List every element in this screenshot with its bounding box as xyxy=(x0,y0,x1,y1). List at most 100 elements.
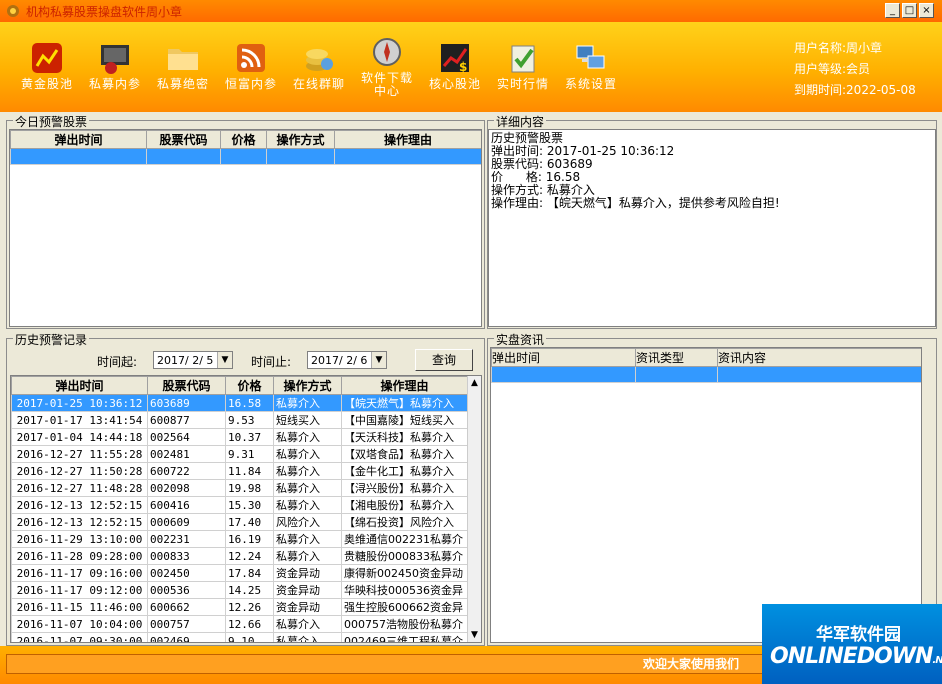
watermark-suffix: .NET xyxy=(932,655,942,666)
table-cell: 15.30 xyxy=(225,496,274,514)
main-toolbar: 黄金股池 私募内参 私募绝密 恒富内参 在线群聊 软件下载 中心 $ 核心股池 … xyxy=(0,22,942,112)
watermark-logo: 华军软件园 ONLINEDOWN.NET xyxy=(762,604,942,684)
table-cell: 000833 xyxy=(147,547,226,565)
toolbar-label: 实时行情 xyxy=(496,77,549,91)
toolbar-settings-button[interactable]: 系统设置 xyxy=(558,40,624,91)
table-row[interactable]: 2016-11-17 09:16:00 002450 17.84 资金异动 康得新002… xyxy=(11,564,468,582)
col-header[interactable]: 操作方式 xyxy=(266,130,335,149)
start-date-picker[interactable]: 2017/ 2/ 5 ▼ xyxy=(153,351,233,369)
table-cell: 002450 xyxy=(147,564,226,582)
scroll-up-icon[interactable]: ▲ xyxy=(468,376,481,390)
table-cell: 002481 xyxy=(147,445,226,463)
expire-label: 到期时间: xyxy=(794,83,847,97)
col-header[interactable]: 操作理由 xyxy=(341,376,468,395)
col-header[interactable]: 操作方式 xyxy=(273,376,342,395)
table-row[interactable]: 2016-12-27 11:50:28 600722 11.84 私募介入 【金牛化工】… xyxy=(11,462,468,480)
watermark-line2: ONLINEDOWN.NET xyxy=(770,644,942,669)
toolbar-realtime-button[interactable]: 实时行情 xyxy=(490,40,556,91)
col-header[interactable]: 价格 xyxy=(220,130,267,149)
news-grid[interactable]: 弹出时间 资讯类型 资讯内容 xyxy=(490,347,922,643)
toolbar-label: 核心股池 xyxy=(428,77,481,91)
title-bar: 机构私募股票操盘软件周小章 _ □ × xyxy=(0,0,942,22)
status-message: 欢迎大家使用我们 xyxy=(643,657,740,671)
table-cell: 600877 xyxy=(147,411,226,429)
table-row[interactable]: 2016-11-15 11:46:00 600662 12.26 资金异动 强生控股60… xyxy=(11,598,468,616)
table-cell: 2016-11-07 09:30:00 xyxy=(11,632,148,642)
table-cell: 14.25 xyxy=(225,581,274,599)
table-row[interactable]: 2016-12-13 12:52:15 600416 15.30 私募介入 【湘电股份】… xyxy=(11,496,468,514)
col-header[interactable]: 股票代码 xyxy=(146,130,221,149)
table-cell: 16.58 xyxy=(225,394,274,412)
table-cell: 002098 xyxy=(147,479,226,497)
toolbar-download-button[interactable]: 软件下载 中心 xyxy=(354,34,420,98)
chevron-down-icon[interactable]: ▼ xyxy=(217,352,232,368)
monitor-icon xyxy=(101,45,129,74)
table-row[interactable]: 2016-11-07 09:30:00 002469 9.10 私募介入 002469三… xyxy=(11,632,468,642)
maximize-button[interactable]: □ xyxy=(902,3,917,18)
table-row[interactable]: 2016-11-07 10:04:00 000757 12.66 私募介入 000757… xyxy=(11,615,468,633)
table-cell: 2016-12-27 11:48:28 xyxy=(11,479,148,497)
user-name-label: 用户名称: xyxy=(794,41,847,55)
col-header[interactable]: 资讯类型 xyxy=(635,348,718,367)
end-time-label: 时间止: xyxy=(251,355,292,369)
table-cell: 9.53 xyxy=(225,411,274,429)
table-cell: 私募介入 xyxy=(273,462,342,480)
end-date-value: 2017/ 2/ 6 xyxy=(311,354,368,367)
col-header[interactable]: 价格 xyxy=(225,376,274,395)
col-header[interactable]: 弹出时间 xyxy=(491,348,636,367)
table-row[interactable]: 2017-01-04 14:44:18 002564 10.37 私募介入 【天沃科技】… xyxy=(11,428,468,446)
table-cell: 16.19 xyxy=(225,530,274,548)
table-cell: 【天沃科技】私募介入 xyxy=(341,428,468,446)
table-cell: 000536 xyxy=(147,581,226,599)
minimize-button[interactable]: _ xyxy=(885,3,900,18)
table-cell: 私募介入 xyxy=(273,615,342,633)
end-date-picker[interactable]: 2017/ 2/ 6 ▼ xyxy=(307,351,387,369)
clipboard-check-icon xyxy=(511,45,535,73)
table-cell: 私募介入 xyxy=(273,445,342,463)
col-header[interactable]: 股票代码 xyxy=(147,376,226,395)
table-cell: 2017-01-04 14:44:18 xyxy=(11,428,148,446)
today-alerts-grid[interactable]: 弹出时间 股票代码 价格 操作方式 操作理由 xyxy=(9,129,482,327)
table-cell: 私募介入 xyxy=(273,479,342,497)
col-header[interactable]: 资讯内容 xyxy=(717,348,921,367)
table-cell: 10.37 xyxy=(225,428,274,446)
table-cell: 600662 xyxy=(147,598,226,616)
detail-textbox[interactable]: 历史预警股票 弹出时间: 2017-01-25 10:36:12 股票代码: 6… xyxy=(488,129,936,327)
table-cell: 私募介入 xyxy=(273,530,342,548)
col-header[interactable]: 弹出时间 xyxy=(10,130,147,149)
table-cell: 资金异动 xyxy=(273,564,342,582)
toolbar-label: 黄金股池 xyxy=(20,77,73,91)
toolbar-label: 系统设置 xyxy=(564,77,617,91)
today-alerts-panel: 今日预警股票 弹出时间 股票代码 价格 操作方式 操作理由 xyxy=(6,113,485,329)
table-row[interactable]: 2016-11-28 09:28:00 000833 12.24 私募介入 贵糖股份00… xyxy=(11,547,468,565)
col-header[interactable]: 操作理由 xyxy=(334,130,481,149)
table-row[interactable]: 2016-11-17 09:12:00 000536 14.25 资金异动 华映科技00… xyxy=(11,581,468,599)
close-button[interactable]: × xyxy=(919,3,934,18)
table-row[interactable]: 2016-12-27 11:55:28 002481 9.31 私募介入 【双塔食品】私… xyxy=(11,445,468,463)
table-row[interactable] xyxy=(491,366,921,383)
table-row[interactable]: 2017-01-17 13:41:54 600877 9.53 短线买入 【中国嘉陵】短… xyxy=(11,411,468,429)
toolbar-gold-pool-button[interactable]: 黄金股池 xyxy=(14,40,80,91)
history-scrollbar[interactable]: ▲ ▼ xyxy=(467,376,481,642)
table-row[interactable]: 2016-11-29 13:10:00 002231 16.19 私募介入 奥维通信00… xyxy=(11,530,468,548)
table-cell: 2017-01-25 10:36:12 xyxy=(11,394,148,412)
table-cell: 【湘电股份】私募介入 xyxy=(341,496,468,514)
toolbar-hengfu-button[interactable]: 恒富内参 xyxy=(218,40,284,91)
toolbar-core-pool-button[interactable]: $ 核心股池 xyxy=(422,40,488,91)
table-cell: 私募介入 xyxy=(273,394,342,412)
toolbar-chat-button[interactable]: 在线群聊 xyxy=(286,40,352,91)
table-cell: 19.98 xyxy=(225,479,274,497)
table-row[interactable] xyxy=(10,148,481,165)
scroll-down-icon[interactable]: ▼ xyxy=(468,628,481,642)
query-button[interactable]: 查询 xyxy=(415,349,473,371)
history-grid[interactable]: 弹出时间 股票代码 价格 操作方式 操作理由 2017-01-25 10:36:… xyxy=(10,375,482,643)
col-header[interactable]: 弹出时间 xyxy=(11,376,148,395)
table-cell: 002469三维工程私募介 xyxy=(341,632,468,642)
table-cell: 私募介入 xyxy=(273,496,342,514)
table-row[interactable]: 2016-12-13 12:52:15 000609 17.40 风险介入 【绵石投资】… xyxy=(11,513,468,531)
table-row[interactable]: 2016-12-27 11:48:28 002098 19.98 私募介入 【浔兴股份】… xyxy=(11,479,468,497)
chevron-down-icon[interactable]: ▼ xyxy=(371,352,386,368)
toolbar-secret-button[interactable]: 私募绝密 xyxy=(150,40,216,91)
table-row[interactable]: 2017-01-25 10:36:12 603689 16.58 私募介入 【皖天燃气】… xyxy=(11,394,468,412)
toolbar-private-ref-button[interactable]: 私募内参 xyxy=(82,40,148,91)
